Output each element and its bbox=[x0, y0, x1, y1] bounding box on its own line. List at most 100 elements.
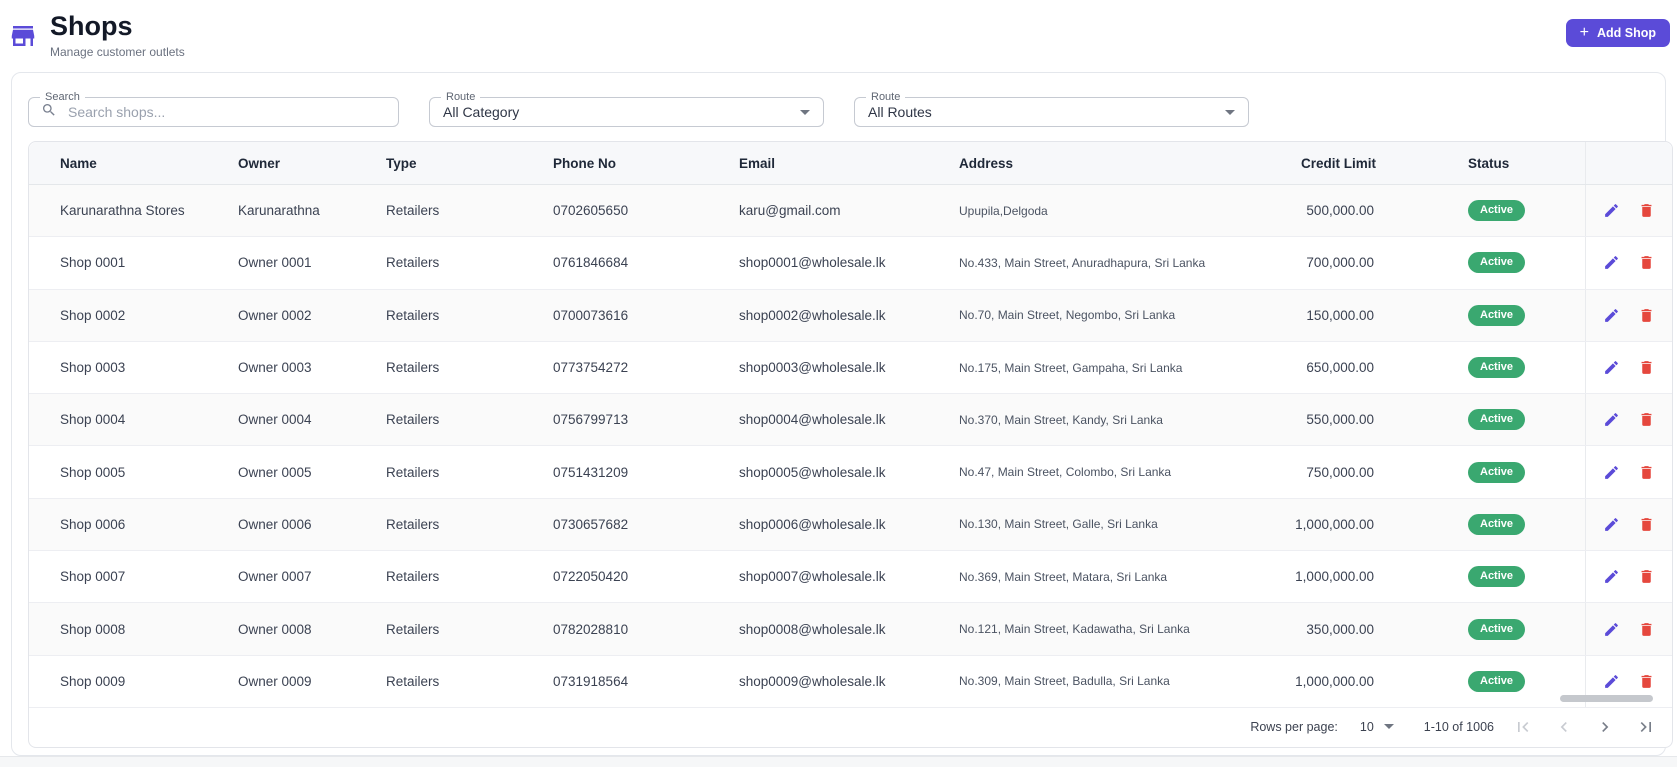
cell-credit-limit: 1,000,000.00 bbox=[1295, 673, 1374, 689]
cell-status: Active bbox=[1374, 618, 1585, 640]
edit-icon[interactable] bbox=[1602, 411, 1620, 429]
delete-icon[interactable] bbox=[1637, 202, 1655, 220]
table-row[interactable]: Shop 0002 Owner 0002 Retailers 070007361… bbox=[29, 289, 1672, 342]
column-header-address[interactable]: Address bbox=[959, 156, 1204, 171]
column-header-status[interactable]: Status bbox=[1374, 156, 1585, 171]
cell-phone: 0700073616 bbox=[553, 307, 629, 323]
delete-icon[interactable] bbox=[1637, 306, 1655, 324]
cell-email: karu@gmail.com bbox=[739, 203, 841, 219]
delete-icon[interactable] bbox=[1637, 411, 1655, 429]
delete-icon[interactable] bbox=[1637, 568, 1655, 586]
edit-icon[interactable] bbox=[1602, 672, 1620, 690]
status-badge: Active bbox=[1468, 566, 1526, 588]
cell-name: Shop 0009 bbox=[60, 673, 126, 689]
cell-actions bbox=[1585, 394, 1672, 446]
page-header: Shops Manage customer outlets + Add Shop bbox=[0, 0, 1677, 62]
cell-credit-limit: 500,000.00 bbox=[1306, 203, 1374, 219]
edit-icon[interactable] bbox=[1602, 568, 1620, 586]
edit-icon[interactable] bbox=[1602, 515, 1620, 533]
add-shop-button[interactable]: + Add Shop bbox=[1565, 19, 1670, 47]
cell-type: Retailers bbox=[386, 307, 440, 323]
cell-status: Active bbox=[1374, 409, 1585, 431]
delete-icon[interactable] bbox=[1637, 515, 1655, 533]
cell-address: No.70, Main Street, Negombo, Sri Lanka bbox=[959, 308, 1176, 323]
table-body: Karunarathna Stores Karunarathna Retaile… bbox=[29, 185, 1672, 708]
column-header-owner[interactable]: Owner bbox=[238, 156, 386, 171]
status-badge: Active bbox=[1468, 200, 1526, 222]
search-field[interactable]: Search bbox=[28, 91, 399, 127]
horizontal-scrollbar-thumb[interactable] bbox=[1560, 695, 1653, 702]
cell-owner: Owner 0003 bbox=[238, 360, 312, 376]
delete-icon[interactable] bbox=[1637, 359, 1655, 377]
cell-credit-limit: 650,000.00 bbox=[1306, 360, 1374, 376]
delete-icon[interactable] bbox=[1637, 620, 1655, 638]
cell-owner: Owner 0004 bbox=[238, 412, 312, 428]
status-badge: Active bbox=[1468, 252, 1526, 274]
cell-name: Shop 0002 bbox=[60, 307, 126, 323]
column-header-credit-limit[interactable]: Credit Limit bbox=[1204, 156, 1376, 171]
cell-name: Shop 0003 bbox=[60, 360, 126, 376]
column-header-actions bbox=[1585, 142, 1672, 184]
category-select[interactable]: Route All Category bbox=[429, 91, 824, 127]
column-header-email[interactable]: Email bbox=[739, 156, 959, 171]
cell-email: shop0003@wholesale.lk bbox=[739, 360, 886, 376]
cell-type: Retailers bbox=[386, 412, 440, 428]
cell-address: No.47, Main Street, Colombo, Sri Lanka bbox=[959, 465, 1172, 480]
page-subtitle: Manage customer outlets bbox=[50, 45, 185, 59]
cell-type: Retailers bbox=[386, 673, 440, 689]
cell-phone: 0782028810 bbox=[553, 621, 629, 637]
rows-per-page-select[interactable]: 10 bbox=[1360, 720, 1394, 734]
column-header-phone[interactable]: Phone No bbox=[553, 156, 739, 171]
table-row[interactable]: Shop 0009 Owner 0009 Retailers 073191856… bbox=[29, 655, 1672, 708]
column-header-name[interactable]: Name bbox=[60, 156, 238, 171]
table-row[interactable]: Shop 0004 Owner 0004 Retailers 075679971… bbox=[29, 394, 1672, 447]
edit-icon[interactable] bbox=[1602, 620, 1620, 638]
table-row[interactable]: Shop 0008 Owner 0008 Retailers 078202881… bbox=[29, 603, 1672, 656]
edit-icon[interactable] bbox=[1602, 254, 1620, 272]
category-select-value: All Category bbox=[443, 104, 520, 120]
cell-status: Active bbox=[1374, 513, 1585, 535]
delete-icon[interactable] bbox=[1637, 254, 1655, 272]
first-page-button bbox=[1511, 715, 1535, 739]
chevron-down-icon bbox=[1383, 724, 1394, 729]
rows-per-page-label: Rows per page: bbox=[1250, 719, 1338, 734]
previous-page-button bbox=[1552, 715, 1576, 739]
cell-status: Active bbox=[1374, 200, 1585, 222]
next-page-button[interactable] bbox=[1593, 715, 1617, 739]
add-shop-label: Add Shop bbox=[1596, 26, 1656, 40]
cell-phone: 0751431209 bbox=[553, 464, 629, 480]
search-icon bbox=[41, 102, 57, 123]
edit-icon[interactable] bbox=[1602, 359, 1620, 377]
cell-type: Retailers bbox=[386, 464, 440, 480]
cell-type: Retailers bbox=[386, 516, 440, 532]
cell-name: Shop 0006 bbox=[60, 516, 126, 532]
table-row[interactable]: Shop 0007 Owner 0007 Retailers 072205042… bbox=[29, 551, 1672, 604]
cell-email: shop0005@wholesale.lk bbox=[739, 464, 886, 480]
column-header-type[interactable]: Type bbox=[386, 156, 553, 171]
cell-type: Retailers bbox=[386, 203, 440, 219]
table-row[interactable]: Shop 0003 Owner 0003 Retailers 077375427… bbox=[29, 341, 1672, 395]
cell-type: Retailers bbox=[386, 360, 440, 376]
plus-icon: + bbox=[1579, 24, 1589, 41]
status-badge: Active bbox=[1468, 357, 1526, 379]
search-input[interactable] bbox=[66, 103, 398, 121]
delete-icon[interactable] bbox=[1637, 672, 1655, 690]
cell-name: Karunarathna Stores bbox=[60, 203, 185, 219]
route-select[interactable]: Route All Routes bbox=[854, 91, 1249, 127]
status-badge: Active bbox=[1468, 304, 1526, 326]
edit-icon[interactable] bbox=[1602, 306, 1620, 324]
table-row[interactable]: Shop 0006 Owner 0006 Retailers 073065768… bbox=[29, 498, 1672, 552]
table-row[interactable]: Karunarathna Stores Karunarathna Retaile… bbox=[29, 185, 1672, 238]
page-horizontal-scrollbar[interactable] bbox=[0, 756, 1677, 767]
table-row[interactable]: Shop 0005 Owner 0005 Retailers 075143120… bbox=[29, 446, 1672, 499]
cell-credit-limit: 350,000.00 bbox=[1306, 621, 1374, 637]
last-page-button[interactable] bbox=[1634, 715, 1658, 739]
cell-name: Shop 0008 bbox=[60, 621, 126, 637]
edit-icon[interactable] bbox=[1602, 463, 1620, 481]
table-row[interactable]: Shop 0001 Owner 0001 Retailers 076184668… bbox=[29, 237, 1672, 290]
cell-owner: Owner 0008 bbox=[238, 621, 312, 637]
edit-icon[interactable] bbox=[1602, 202, 1620, 220]
category-select-label: Route bbox=[441, 91, 481, 104]
pagination-bar: Rows per page: 10 1-10 of 1006 bbox=[29, 706, 1672, 747]
delete-icon[interactable] bbox=[1637, 463, 1655, 481]
